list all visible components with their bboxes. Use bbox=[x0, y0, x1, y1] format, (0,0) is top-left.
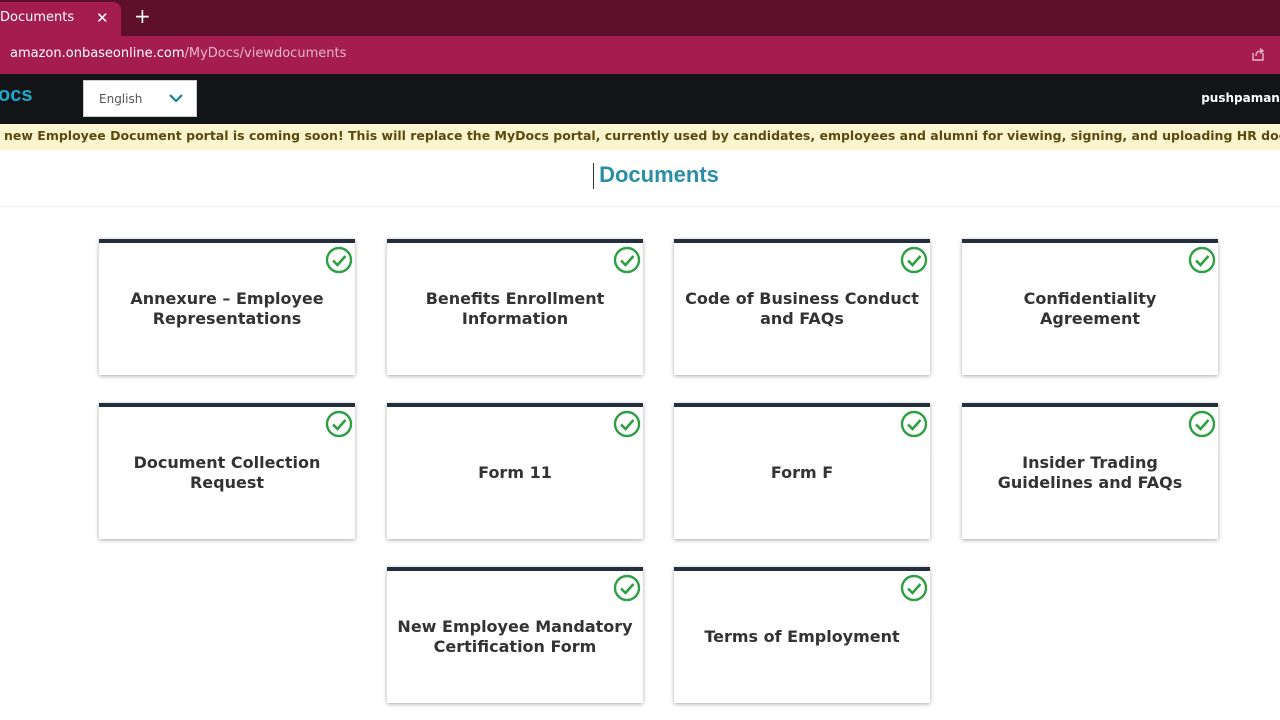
document-card[interactable]: Confidentiality Agreement bbox=[962, 239, 1218, 375]
document-card[interactable]: Document Collection Request bbox=[99, 403, 355, 539]
language-selected: English bbox=[99, 92, 143, 106]
document-title: Terms of Employment bbox=[704, 627, 900, 646]
url-host: amazon.onbaseonline.com bbox=[10, 46, 185, 61]
app-logo[interactable]: ocs bbox=[0, 84, 32, 107]
document-title: Benefits Enrollment Information bbox=[425, 289, 605, 328]
tab-title: Documents bbox=[0, 10, 75, 25]
document-title: New Employee Mandatory Certification For… bbox=[397, 617, 633, 656]
document-title: Code of Business Conduct and FAQs bbox=[685, 289, 919, 328]
document-title: Form 11 bbox=[478, 463, 552, 482]
document-card[interactable]: Code of Business Conduct and FAQs bbox=[674, 239, 930, 375]
document-title: Form F bbox=[770, 463, 834, 482]
address-bar[interactable]: amazon.onbaseonline.com/MyDocs/viewdocum… bbox=[0, 36, 1280, 74]
user-name[interactable]: pushpamane bbox=[1201, 91, 1280, 105]
app-header: ocs English pushpamane bbox=[0, 74, 1280, 124]
new-tab-icon[interactable]: + bbox=[134, 4, 151, 28]
close-tab-icon[interactable]: ✕ bbox=[96, 9, 109, 27]
url-text[interactable]: amazon.onbaseonline.com/MyDocs/viewdocum… bbox=[10, 46, 346, 61]
chevron-down-icon bbox=[169, 94, 183, 103]
page-title: Documents bbox=[599, 162, 719, 187]
document-card[interactable]: Annexure – Employee Representations bbox=[99, 239, 355, 375]
announcement-banner: new Employee Document portal is coming s… bbox=[0, 124, 1280, 150]
document-card[interactable]: Form 11 bbox=[387, 403, 643, 539]
document-title: Document Collection Request bbox=[133, 453, 321, 492]
title-divider bbox=[0, 206, 1280, 207]
language-select[interactable]: English bbox=[83, 80, 197, 117]
share-icon[interactable] bbox=[1250, 46, 1266, 62]
url-path: /MyDocs/viewdocuments bbox=[184, 46, 347, 61]
browser-tab[interactable]: Documents ✕ bbox=[0, 2, 121, 36]
browser-tab-strip: Documents ✕ + bbox=[0, 0, 1280, 36]
document-title: Confidentiality Agreement bbox=[1023, 289, 1157, 328]
document-card[interactable]: Terms of Employment bbox=[674, 567, 930, 703]
document-card[interactable]: New Employee Mandatory Certification For… bbox=[387, 567, 643, 703]
announcement-text: new Employee Document portal is coming s… bbox=[4, 128, 1280, 143]
document-title: Insider Trading Guidelines and FAQs bbox=[997, 453, 1183, 492]
document-title: Annexure – Employee Representations bbox=[130, 289, 324, 328]
document-card[interactable]: Insider Trading Guidelines and FAQs bbox=[962, 403, 1218, 539]
document-card[interactable]: Benefits Enrollment Information bbox=[387, 239, 643, 375]
document-card[interactable]: Form F bbox=[674, 403, 930, 539]
